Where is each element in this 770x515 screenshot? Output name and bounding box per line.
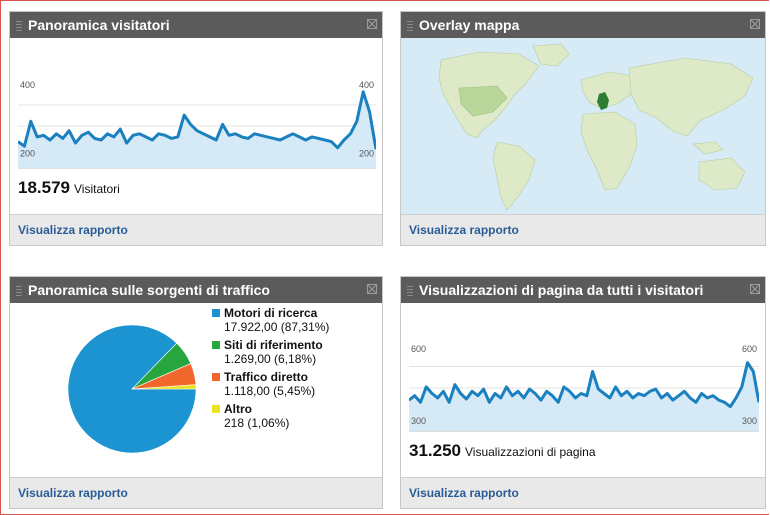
drag-handle-icon[interactable] (407, 286, 413, 297)
visitors-total: 18.579 Visitatori (18, 178, 120, 198)
widget-title: Overlay mappa (419, 17, 520, 33)
widget-footer: Visualizza rapporto (10, 214, 382, 245)
drag-handle-icon[interactable] (407, 21, 413, 32)
y-tick-label-right: 600 (742, 344, 757, 354)
close-icon[interactable] (750, 19, 760, 29)
y-tick-label-left: 200 (20, 148, 35, 158)
view-report-link[interactable]: Visualizza rapporto (409, 223, 519, 237)
widget-header[interactable]: Panoramica sulle sorgenti di traffico (10, 277, 382, 303)
pageviews-total: 31.250 Visualizzazioni di pagina (409, 441, 596, 461)
close-icon[interactable] (367, 19, 377, 29)
legend-value: 1.269,00 (6,18%) (224, 352, 317, 366)
view-report-link[interactable]: Visualizza rapporto (18, 223, 128, 237)
widget-footer: Visualizza rapporto (401, 477, 765, 508)
legend-swatch (212, 373, 220, 381)
legend-label: Altro (224, 402, 252, 416)
legend-swatch (212, 405, 220, 413)
map-widget: Overlay mappa Visualizza rapporto (400, 11, 766, 246)
y-tick-label-left: 600 (411, 344, 426, 354)
pageviews-widget: Visualizzazioni di pagina da tutti i vis… (400, 276, 766, 509)
traffic-pie-chart (67, 324, 197, 454)
legend-item: Siti di riferimento 1.269,00 (6,18%) (212, 338, 372, 366)
close-icon[interactable] (750, 284, 760, 294)
widget-title: Visualizzazioni di pagina da tutti i vis… (419, 282, 704, 298)
y-tick-label-right: 400 (359, 80, 374, 90)
visitors-chart: 400 400 200 200 (18, 80, 376, 169)
total-value: 31.250 (409, 441, 461, 460)
drag-handle-icon[interactable] (16, 21, 22, 32)
widget-header[interactable]: Overlay mappa (401, 12, 765, 38)
total-unit: Visitatori (74, 182, 120, 196)
legend-label: Siti di riferimento (224, 338, 323, 352)
legend-value: 1.118,00 (5,45%) (224, 384, 316, 398)
y-tick-label-right: 300 (742, 416, 757, 426)
legend-swatch (212, 309, 220, 317)
pageviews-chart: 600 600 300 300 (409, 344, 759, 432)
visitors-widget: Panoramica visitatori 400 400 200 200 18.57… (9, 11, 383, 246)
widget-title: Panoramica visitatori (28, 17, 170, 33)
y-tick-label-left: 400 (20, 80, 35, 90)
legend-item: Traffico diretto 1.118,00 (5,45%) (212, 370, 372, 398)
legend-swatch (212, 341, 220, 349)
widget-title: Panoramica sulle sorgenti di traffico (28, 282, 270, 298)
pie-legend: Motori di ricerca 17.922,00 (87,31%) Sit… (212, 306, 372, 434)
legend-item: Altro 218 (1,06%) (212, 402, 372, 430)
world-map[interactable] (401, 38, 765, 215)
widget-footer: Visualizza rapporto (10, 477, 382, 508)
view-report-link[interactable]: Visualizza rapporto (409, 486, 519, 500)
legend-value: 17.922,00 (87,31%) (224, 320, 330, 334)
widget-header[interactable]: Visualizzazioni di pagina da tutti i vis… (401, 277, 765, 303)
total-value: 18.579 (18, 178, 70, 197)
legend-label: Traffico diretto (224, 370, 309, 384)
y-tick-label-left: 300 (411, 416, 426, 426)
total-unit: Visualizzazioni di pagina (465, 445, 596, 459)
widget-footer: Visualizza rapporto (401, 214, 765, 245)
legend-value: 218 (1,06%) (224, 416, 290, 430)
legend-item: Motori di ricerca 17.922,00 (87,31%) (212, 306, 372, 334)
legend-label: Motori di ricerca (224, 306, 318, 320)
drag-handle-icon[interactable] (16, 286, 22, 297)
y-tick-label-right: 200 (359, 148, 374, 158)
close-icon[interactable] (367, 284, 377, 294)
widget-header[interactable]: Panoramica visitatori (10, 12, 382, 38)
view-report-link[interactable]: Visualizza rapporto (18, 486, 128, 500)
